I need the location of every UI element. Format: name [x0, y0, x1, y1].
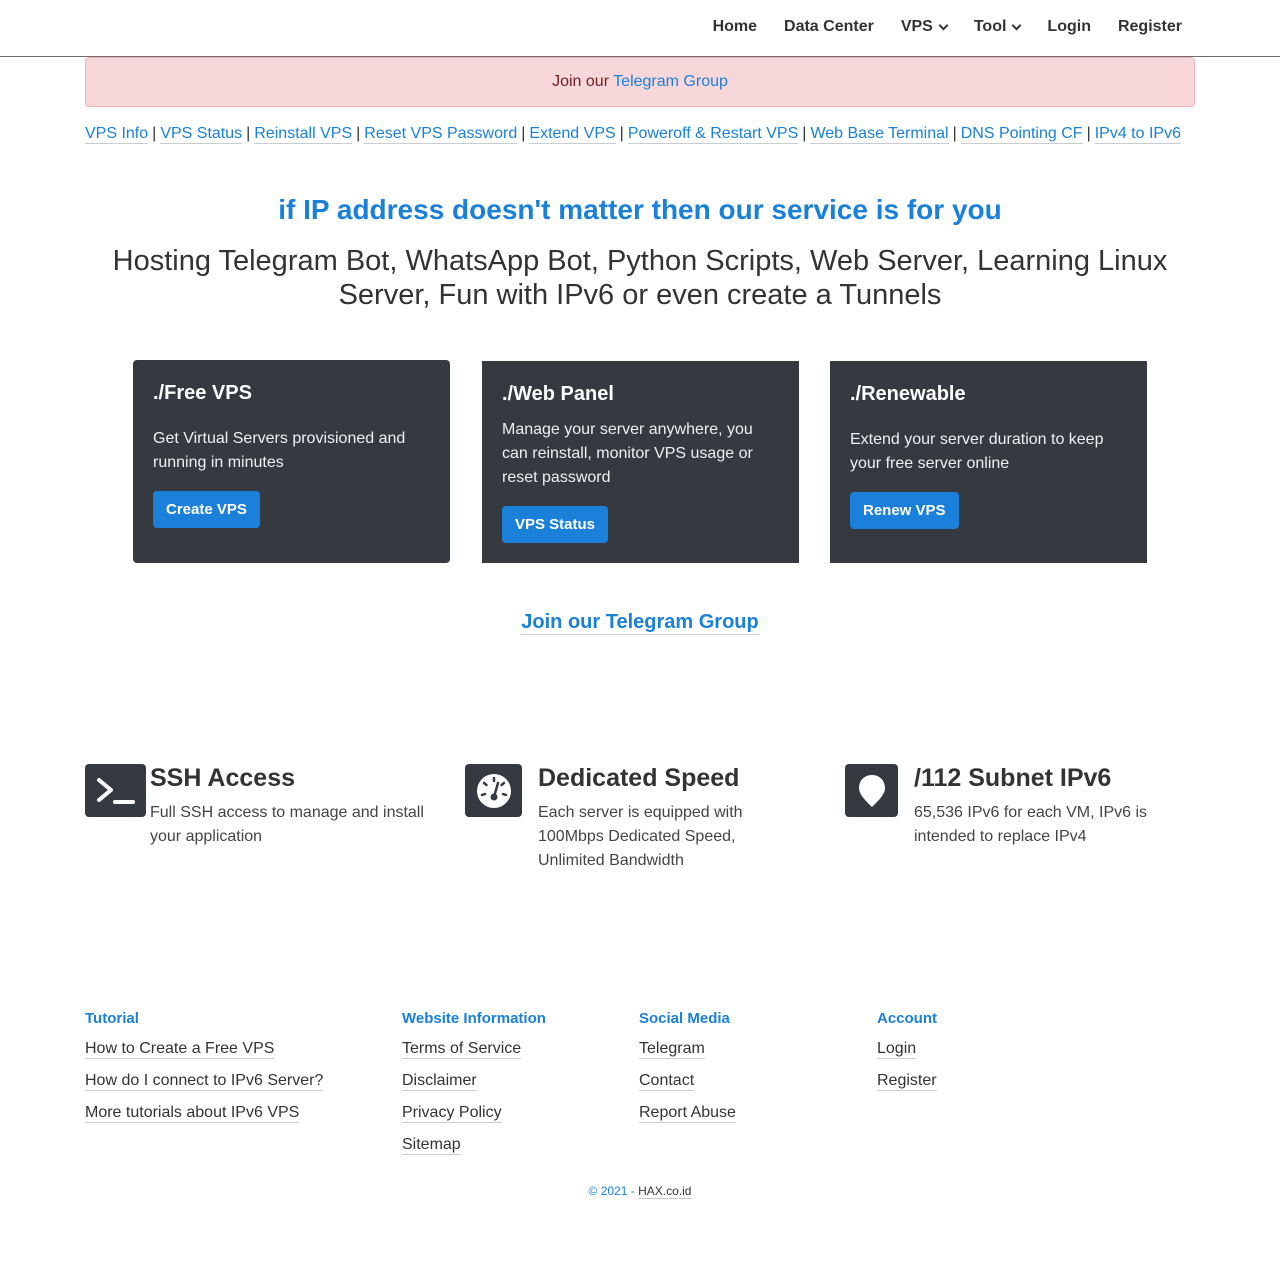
card-text: Get Virtual Servers provisioned and runn… — [153, 430, 406, 471]
hero-tagline: if IP address doesn't matter then our se… — [278, 194, 1002, 225]
footer-link-connect-ipv6[interactable]: How do I connect to IPv6 Server? — [85, 1072, 324, 1091]
telegram-cta: Join our Telegram Group — [0, 611, 1280, 635]
quick-link-dns-pointing[interactable]: DNS Pointing CF — [960, 125, 1083, 144]
quick-link-extend-vps[interactable]: Extend VPS — [529, 125, 616, 144]
location-pin-icon — [845, 764, 898, 817]
top-navbar: Home Data Center VPS Tool Login Register — [0, 0, 1280, 57]
feature-description: Full SSH access to manage and install yo… — [150, 804, 424, 845]
card-text: Extend your server duration to keep your… — [850, 431, 1104, 472]
quick-link-ipv4-to-ipv6[interactable]: IPv4 to IPv6 — [1094, 125, 1181, 144]
quick-links-bar: VPS Info | VPS Status | Reinstall VPS | Reset … — [85, 125, 1181, 144]
card-renewable: ./Renewable Extend your server duration … — [830, 361, 1147, 563]
separator: | — [802, 125, 807, 142]
footer-account: Account Login Register — [877, 1010, 937, 1103]
separator: | — [246, 125, 251, 142]
feature-text: Dedicated Speed Each server is equipped … — [538, 764, 805, 873]
chevron-down-icon — [938, 20, 949, 30]
footer-heading: Tutorial — [85, 1010, 139, 1027]
footer-link-report-abuse[interactable]: Report Abuse — [639, 1104, 736, 1123]
feature-text: /112 Subnet IPv6 65,536 IPv6 for each VM… — [914, 764, 1185, 849]
card-title: ./Renewable — [850, 383, 966, 405]
separator: | — [521, 125, 526, 142]
quick-link-web-terminal[interactable]: Web Base Terminal — [810, 125, 949, 144]
separator: | — [1086, 125, 1091, 142]
nav-tool-label: Tool — [973, 18, 1007, 35]
footer-website-information: Website Information Terms of Service Dis… — [402, 1010, 546, 1167]
telegram-alert: Join our Telegram Group — [85, 57, 1195, 107]
nav-data-center[interactable]: Data Center — [784, 18, 874, 36]
footer-link-more-tutorials[interactable]: More tutorials about IPv6 VPS — [85, 1104, 300, 1123]
footer-link-login[interactable]: Login — [877, 1040, 917, 1059]
feature-title: SSH Access — [150, 764, 295, 792]
footer-heading: Account — [877, 1010, 937, 1027]
separator: | — [952, 125, 957, 142]
telegram-group-link[interactable]: Join our Telegram Group — [521, 611, 759, 635]
nav-vps-label: VPS — [900, 18, 933, 35]
renew-vps-button[interactable]: Renew VPS — [850, 492, 959, 529]
footer-heading: Website Information — [402, 1010, 546, 1027]
footer-link-create-free-vps[interactable]: How to Create a Free VPS — [85, 1040, 275, 1059]
feature-description: Each server is equipped with 100Mbps Ded… — [538, 804, 743, 869]
copyright-text: © 2021 - — [588, 1184, 635, 1198]
footer-tutorial: Tutorial How to Create a Free VPS How do… — [85, 1010, 324, 1135]
feature-text: SSH Access Full SSH access to manage and… — [150, 764, 425, 849]
footer-link-sitemap[interactable]: Sitemap — [402, 1136, 461, 1155]
quick-link-reset-password[interactable]: Reset VPS Password — [364, 125, 518, 144]
footer-link-terms[interactable]: Terms of Service — [402, 1040, 522, 1059]
nav-register[interactable]: Register — [1118, 18, 1182, 36]
footer-social-media: Social Media Telegram Contact Report Abu… — [639, 1010, 736, 1135]
nav-tool-dropdown[interactable]: Tool — [973, 18, 1022, 36]
footer-link-contact[interactable]: Contact — [639, 1072, 695, 1091]
footer-link-register[interactable]: Register — [877, 1072, 937, 1091]
card-text: Manage your server anywhere, you can rei… — [502, 421, 753, 486]
quick-link-poweroff-restart[interactable]: Poweroff & Restart VPS — [627, 125, 799, 144]
nav-vps-dropdown[interactable]: VPS — [900, 18, 949, 36]
feature-description: 65,536 IPv6 for each VM, IPv6 is intende… — [914, 804, 1148, 845]
quick-link-reinstall-vps[interactable]: Reinstall VPS — [254, 125, 353, 144]
alert-telegram-link[interactable]: Telegram Group — [613, 73, 728, 91]
footer-link-disclaimer[interactable]: Disclaimer — [402, 1072, 477, 1091]
copyright-site-link[interactable]: HAX.co.id — [638, 1184, 692, 1199]
footer-heading: Social Media — [639, 1010, 730, 1027]
hero-subtitle: Hosting Telegram Bot, WhatsApp Bot, Pyth… — [112, 245, 1168, 311]
chevron-down-icon — [1011, 20, 1022, 30]
card-web-panel: ./Web Panel Manage your server anywhere,… — [482, 361, 799, 563]
feature-title: Dedicated Speed — [538, 764, 740, 792]
vps-status-button[interactable]: VPS Status — [502, 506, 609, 543]
nav-menu: Home Data Center VPS Tool Login Register — [686, 18, 1182, 36]
copyright: © 2021 - HAX.co.id — [0, 1184, 1280, 1199]
card-title: ./Free VPS — [153, 382, 252, 404]
separator: | — [356, 125, 361, 142]
alert-text: Join our — [552, 73, 610, 90]
nav-home[interactable]: Home — [713, 18, 757, 36]
quick-link-vps-info[interactable]: VPS Info — [85, 125, 149, 144]
terminal-icon — [85, 764, 146, 817]
footer-link-privacy[interactable]: Privacy Policy — [402, 1104, 502, 1123]
feature-title: /112 Subnet IPv6 — [914, 764, 1112, 792]
quick-link-vps-status[interactable]: VPS Status — [160, 125, 243, 144]
card-free-vps: ./Free VPS Get Virtual Servers provision… — [133, 360, 450, 563]
speedometer-icon — [465, 764, 522, 817]
separator: | — [619, 125, 624, 142]
nav-login[interactable]: Login — [1047, 18, 1091, 36]
create-vps-button[interactable]: Create VPS — [153, 491, 260, 528]
footer-link-telegram[interactable]: Telegram — [639, 1040, 705, 1059]
separator: | — [152, 125, 157, 142]
card-title: ./Web Panel — [502, 383, 614, 405]
